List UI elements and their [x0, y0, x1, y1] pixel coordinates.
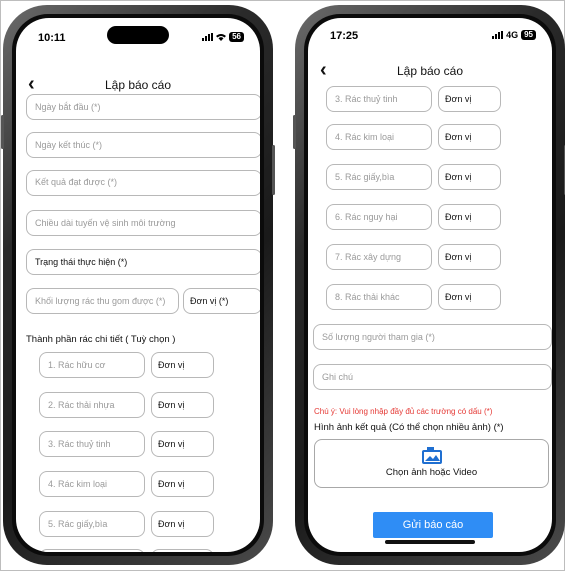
image-section-title: Hình ảnh kết quả (Có thể chọn nhiều ảnh)…	[314, 422, 504, 433]
waste-item-input-partial[interactable]	[39, 549, 145, 552]
upload-label: Chọn ảnh hoặc Video	[385, 467, 478, 478]
participants-input[interactable]: Số lượng người tham gia (*)	[313, 324, 552, 350]
section-title: Thành phần rác chi tiết ( Tuỳ chọn )	[26, 334, 176, 345]
length-input[interactable]: Chiều dài tuyến vệ sinh môi trường	[26, 210, 260, 236]
phone-left: 10:11 56 ‹ Lập báo cáo Ngày bắt đầu (*) …	[1, 5, 275, 565]
weight-input[interactable]: Khối lượng rác thu gom được (*)	[26, 288, 179, 314]
waste-unit-select[interactable]: Đơn vị	[151, 352, 214, 378]
power-button	[272, 145, 275, 195]
waste-unit-select[interactable]: Đơn vị	[438, 244, 501, 270]
waste-item-input[interactable]: 5. Rác giấy,bìa	[39, 511, 145, 537]
waste-unit-select[interactable]: Đơn vị	[438, 284, 501, 310]
wifi-icon	[216, 34, 227, 41]
end-date-input[interactable]: Ngày kết thúc (*)	[26, 132, 260, 158]
waste-unit-select[interactable]: Đơn vị	[151, 392, 214, 418]
signal-icon	[492, 31, 504, 39]
signal-icon	[202, 33, 214, 41]
waste-unit-select[interactable]: Đơn vị	[151, 431, 214, 457]
waste-item-input[interactable]: 7. Rác xây dựng	[326, 244, 432, 270]
weight-unit-select[interactable]: Đơn vị (*)	[183, 288, 260, 314]
status-time: 10:11	[38, 32, 66, 44]
waste-unit-select-partial[interactable]	[151, 549, 214, 552]
note-input[interactable]: Ghi chú	[313, 364, 552, 390]
image-upload-icon	[421, 447, 442, 464]
waste-unit-select[interactable]: Đơn vị	[151, 511, 214, 537]
waste-item-input[interactable]: 1. Rác hữu cơ	[39, 352, 145, 378]
waste-item-input[interactable]: 6. Rác nguy hại	[326, 204, 432, 230]
status-bar: 17:25 4G 95	[308, 18, 552, 52]
waste-item-input[interactable]: 8. Rác thải khác	[326, 284, 432, 310]
waste-item-input[interactable]: 2. Rác thải nhựa	[39, 392, 145, 418]
start-date-input[interactable]: Ngày bắt đầu (*)	[26, 94, 260, 120]
waste-item-input[interactable]: 4. Rác kim loại	[326, 124, 432, 150]
screenshot-frame: 10:11 56 ‹ Lập báo cáo Ngày bắt đầu (*) …	[0, 0, 565, 571]
waste-item-input[interactable]: 3. Rác thuỷ tinh	[326, 86, 432, 112]
page-title: Lập báo cáo	[396, 64, 464, 78]
home-indicator	[385, 540, 475, 544]
waste-unit-select[interactable]: Đơn vị	[438, 164, 501, 190]
status-bar: 10:11 56	[16, 18, 260, 52]
page-title: Lập báo cáo	[104, 78, 172, 92]
volume-button	[1, 115, 4, 149]
status-select[interactable]: Trạng thái thực hiện (*)	[26, 249, 260, 275]
waste-unit-select[interactable]: Đơn vị	[151, 471, 214, 497]
right-screen: 17:25 4G 95 ‹ Lập báo cáo 3. Rác thuỷ ti…	[308, 18, 552, 552]
battery-icon: 95	[521, 30, 536, 40]
status-time: 17:25	[330, 30, 359, 42]
submit-report-button[interactable]: Gửi báo cáo	[373, 512, 493, 538]
waste-item-input[interactable]: 5. Rác giấy,bìa	[326, 164, 432, 190]
waste-unit-select[interactable]: Đơn vị	[438, 124, 501, 150]
left-screen: 10:11 56 ‹ Lập báo cáo Ngày bắt đầu (*) …	[16, 18, 260, 552]
network-label: 4G	[506, 30, 519, 40]
waste-unit-select[interactable]: Đơn vị	[438, 204, 501, 230]
phone-right: 17:25 4G 95 ‹ Lập báo cáo 3. Rác thuỷ ti…	[293, 5, 565, 565]
waste-item-input[interactable]: 4. Rác kim loại	[39, 471, 145, 497]
result-input[interactable]: Kết quả đạt được (*)	[26, 170, 260, 196]
battery-icon: 56	[229, 32, 244, 42]
nav-bar: ‹ Lập báo cáo	[308, 60, 552, 84]
media-upload-button[interactable]: Chọn ảnh hoặc Video	[314, 439, 549, 488]
warning-text: Chú ý: Vui lòng nhập đầy đủ các trường c…	[314, 407, 493, 416]
waste-item-input[interactable]: 3. Rác thuỷ tinh	[39, 431, 145, 457]
volume-button	[293, 115, 296, 149]
waste-unit-select[interactable]: Đơn vị	[438, 86, 501, 112]
